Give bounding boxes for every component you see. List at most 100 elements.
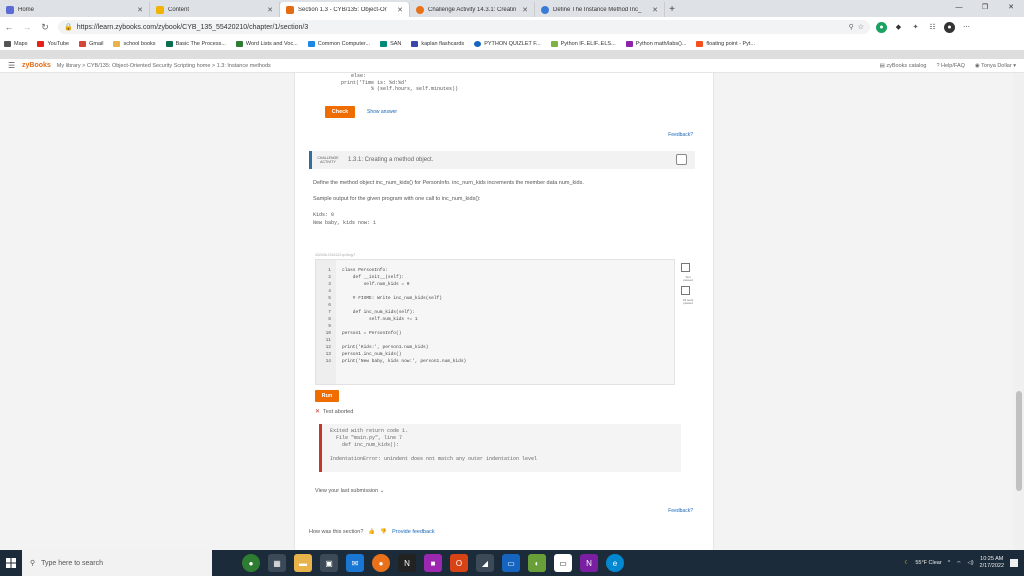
- task-view-icon[interactable]: ▦: [268, 554, 286, 572]
- address-bar[interactable]: 🔒 https://learn.zybooks.com/zybook/CYB_1…: [58, 20, 870, 34]
- puzzle-icon[interactable]: ✦: [910, 22, 921, 33]
- feedback-link[interactable]: Feedback?: [668, 132, 693, 138]
- back-icon[interactable]: ←: [0, 22, 18, 32]
- bookmark-item[interactable]: YouTube: [37, 40, 69, 47]
- reload-icon[interactable]: ↻: [36, 22, 54, 33]
- app-icon[interactable]: ▭: [502, 554, 520, 572]
- close-icon[interactable]: ✕: [522, 6, 528, 14]
- bookmark-item[interactable]: PYTHON QUIZLET F...: [474, 40, 541, 47]
- collections-icon[interactable]: ☷: [927, 22, 938, 33]
- bookmark-icon: [550, 40, 558, 47]
- new-tab-button[interactable]: +: [665, 2, 679, 17]
- line-number: 9: [328, 324, 331, 329]
- app-icon[interactable]: ◐: [528, 554, 546, 572]
- page-scrollbar[interactable]: [1014, 73, 1024, 550]
- code-line: print('Kids:', person1.num_kids): [342, 345, 429, 350]
- bookmark-icon: [307, 40, 315, 47]
- weather-icon[interactable]: ☾: [904, 560, 909, 566]
- close-icon[interactable]: ✕: [652, 6, 658, 14]
- profile-avatar-icon[interactable]: ●: [944, 21, 955, 33]
- star-icon[interactable]: ☆: [858, 23, 864, 31]
- close-icon[interactable]: ✕: [137, 6, 143, 14]
- bookmark-item[interactable]: SAN: [380, 40, 401, 47]
- network-icon[interactable]: ⌔: [956, 560, 961, 567]
- more-menu-icon[interactable]: ⋯: [961, 22, 972, 33]
- weather-text[interactable]: 55°F Clear: [915, 560, 941, 566]
- scrollbar-thumb[interactable]: [1016, 391, 1022, 491]
- browser-tab[interactable]: Home ✕: [0, 2, 150, 17]
- zybooks-logo[interactable]: zyBooks: [22, 62, 51, 69]
- search-icon: ⚲: [30, 560, 36, 567]
- sample-output: Kids: 0: [313, 212, 335, 218]
- office-icon[interactable]: O: [450, 554, 468, 572]
- apps-icon: [4, 40, 11, 47]
- bookmark-item[interactable]: Word Lists and Voc...: [235, 40, 298, 47]
- error-line: File "main.py", line 7: [330, 435, 403, 441]
- mail-icon[interactable]: ✉: [346, 554, 364, 572]
- app-icon[interactable]: ◢: [476, 554, 494, 572]
- clock[interactable]: 10:25 AM 2/17/2022: [980, 556, 1004, 570]
- bookmark-item[interactable]: Maps: [4, 40, 27, 47]
- extension-icon[interactable]: ◆: [893, 22, 904, 33]
- tab-label: Challenge Activity 14.3.1: Creatin: [428, 6, 517, 13]
- app-icon[interactable]: ■: [424, 554, 442, 572]
- windows-start-icon[interactable]: [0, 550, 22, 576]
- code-id-label: 402046.2316120.qx3zqy7: [315, 253, 356, 257]
- bookmark-icon: [696, 40, 704, 47]
- extension-icon[interactable]: ●: [876, 21, 887, 33]
- test-status-panel: Test passed All tests passed: [681, 263, 695, 309]
- check-button[interactable]: Check: [325, 106, 355, 118]
- run-button[interactable]: Run: [315, 390, 339, 402]
- chrome-icon[interactable]: ●: [242, 554, 260, 572]
- bookmark-item[interactable]: Python math/labs()...: [625, 40, 686, 47]
- user-menu[interactable]: ◉ Tonya Dollar ▾: [975, 63, 1016, 69]
- bookmark-item[interactable]: Common Computer...: [307, 40, 370, 47]
- tab-favicon-icon: [6, 5, 14, 14]
- file-explorer-icon[interactable]: ▬: [294, 554, 312, 572]
- close-icon[interactable]: ✕: [397, 6, 403, 14]
- onenote-icon[interactable]: N: [580, 554, 598, 572]
- browser-tab-active[interactable]: Section 1.3 - CYB/135: Object-Or ✕: [280, 2, 410, 17]
- breadcrumb[interactable]: My library > CYB/135: Object-Oriented Se…: [57, 63, 271, 69]
- bookmark-item[interactable]: floating point - Pyt...: [696, 40, 755, 47]
- line-number: 6: [328, 303, 331, 308]
- close-window-icon[interactable]: ✕: [998, 0, 1024, 17]
- help-link[interactable]: ? Help/FAQ: [936, 63, 964, 69]
- view-submission-link[interactable]: View your last submission ⌄: [315, 488, 384, 494]
- firefox-icon[interactable]: ●: [372, 554, 390, 572]
- browser-tab[interactable]: Define The Instance Method Inc_ ✕: [535, 2, 665, 17]
- app-icon[interactable]: ▭: [554, 554, 572, 572]
- bookmark-item[interactable]: kaplan flashcards: [411, 40, 464, 47]
- bookmark-item[interactable]: Python IF..ELIF..ELS...: [550, 40, 616, 47]
- show-answer-link[interactable]: Show answer: [367, 109, 397, 115]
- app-icon[interactable]: N: [398, 554, 416, 572]
- provide-feedback-link[interactable]: Provide feedback: [392, 529, 435, 535]
- store-icon[interactable]: ▣: [320, 554, 338, 572]
- bookmark-item[interactable]: Gmail: [79, 40, 103, 47]
- thumbs-up-icon[interactable]: 👍: [368, 529, 375, 535]
- taskbar-search[interactable]: ⚲ Type here to search: [22, 550, 212, 576]
- close-icon[interactable]: ✕: [267, 6, 273, 14]
- feedback-link[interactable]: Feedback?: [668, 508, 693, 514]
- minimize-icon[interactable]: —: [946, 0, 972, 17]
- hamburger-menu-icon[interactable]: ☰: [8, 61, 18, 70]
- restore-icon[interactable]: ❐: [972, 0, 998, 17]
- browser-tab[interactable]: Challenge Activity 14.3.1: Creatin ✕: [410, 2, 535, 17]
- header-right: ▤ zyBooks catalog ? Help/FAQ ◉ Tonya Dol…: [880, 63, 1016, 69]
- code-line: else:: [351, 73, 367, 79]
- bookmark-item[interactable]: school books: [113, 40, 156, 47]
- browser-tab[interactable]: Content ✕: [150, 2, 280, 17]
- tab-favicon-icon: [416, 5, 424, 14]
- bookmark-item[interactable]: Basic The Process...: [165, 40, 226, 47]
- code-editor[interactable]: 1 class PersonInfo: 2 def __init__(self): 3…: [315, 259, 675, 385]
- thumbs-down-icon[interactable]: 👎: [380, 529, 387, 535]
- notifications-icon[interactable]: [1010, 559, 1018, 567]
- volume-icon[interactable]: ◁): [967, 560, 973, 566]
- page-content: else: print('Time is: %d:%d' % (self.hou…: [0, 73, 1014, 550]
- forward-icon[interactable]: →: [18, 22, 36, 32]
- tray-chevron-icon[interactable]: ^: [948, 560, 951, 566]
- line-number: 3: [328, 282, 331, 287]
- zoom-icon[interactable]: ⚲: [849, 23, 854, 31]
- edge-icon[interactable]: e: [606, 554, 624, 572]
- catalog-link[interactable]: ▤ zyBooks catalog: [880, 63, 927, 69]
